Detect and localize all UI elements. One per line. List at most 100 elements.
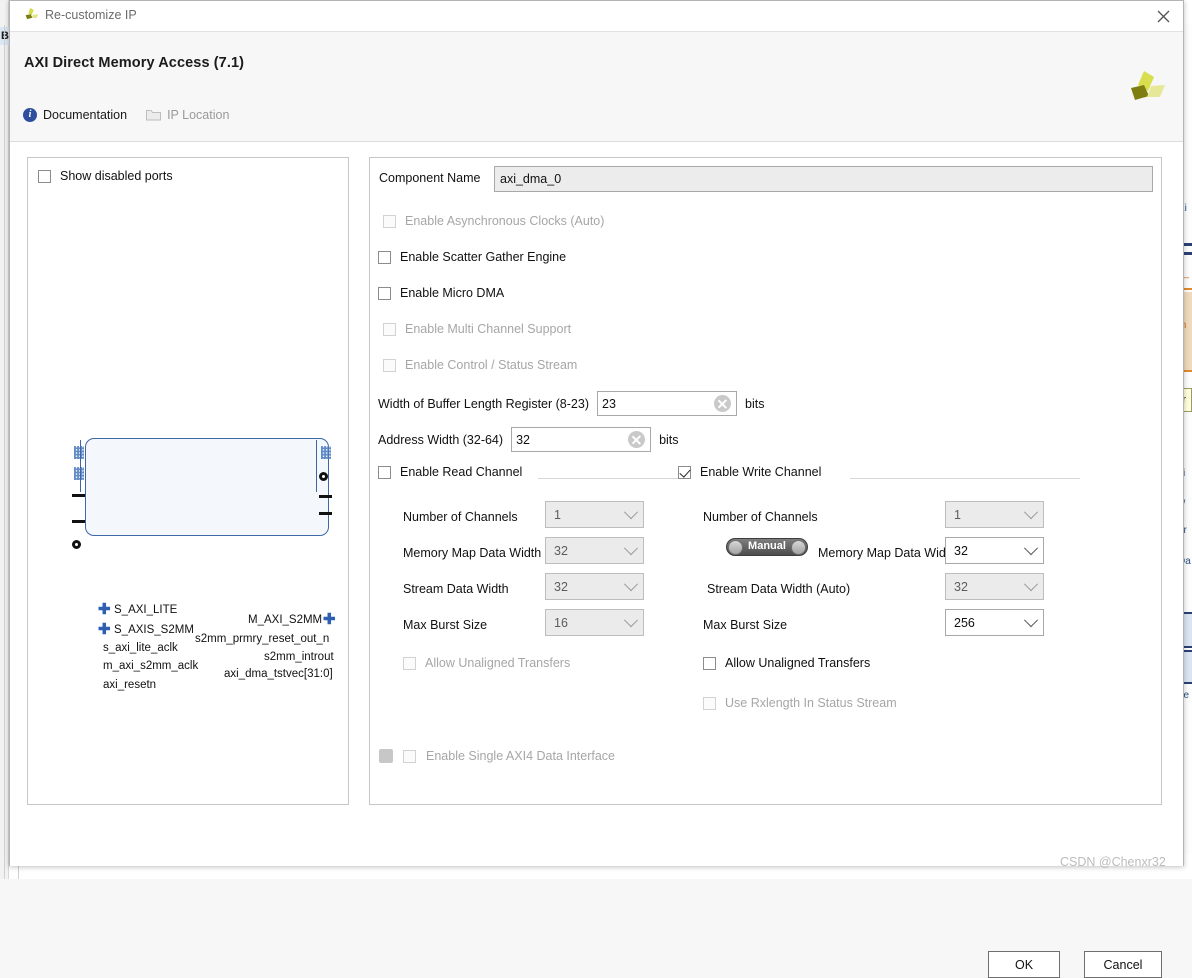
ip-symbol-panel: Show disabled ports ✚ S_AXI_LITE ✚ S_AXI…: [27, 157, 349, 805]
port-stub-m-axi-s2mm: [321, 446, 331, 459]
port-label-m-axi-s2mm-aclk: m_axi_s2mm_aclk: [103, 660, 199, 672]
cancel-button-label: Cancel: [1103, 957, 1143, 972]
address-width-value: 32: [516, 432, 530, 447]
port-stub-s2mm-prmry-reset-out-n: [319, 472, 328, 481]
enable-multi-channel-checkbox: [383, 322, 396, 336]
buffer-length-unit: bits: [745, 396, 765, 411]
enable-single-axi4-checkbox: [403, 749, 416, 763]
write-channel-separator: [850, 478, 1080, 479]
chevron-down-icon: [623, 504, 639, 519]
ip-location-link[interactable]: IP Location: [146, 108, 229, 122]
documentation-link[interactable]: i Documentation: [23, 108, 127, 122]
port-stub-s-axi-lite-aclk: [72, 494, 85, 497]
write-stream-data-width-select[interactable]: 32: [945, 573, 1044, 600]
chevron-down-icon: [1023, 612, 1039, 627]
background-divider-2: [4, 25, 5, 879]
dialog-titlebar: Re-customize IP: [10, 1, 1183, 32]
read-stream-data-width-label: Stream Data Width: [403, 582, 509, 596]
write-max-burst-size-value: 256: [954, 615, 975, 630]
enable-control-status-stream-label: Enable Control / Status Stream: [405, 358, 578, 372]
enable-single-axi4-row[interactable]: Enable Single AXI4 Data Interface: [379, 749, 615, 763]
enable-write-channel-checkbox[interactable]: [678, 465, 691, 479]
buffer-length-input[interactable]: 23: [597, 391, 737, 416]
write-stream-data-width-label: Stream Data Width (Auto): [707, 582, 851, 596]
write-allow-unaligned-row[interactable]: Allow Unaligned Transfers: [703, 656, 870, 670]
ip-location-link-label: IP Location: [167, 108, 230, 122]
enable-write-channel-row[interactable]: Enable Write Channel: [678, 465, 821, 479]
port-label-s-axi-lite-aclk: s_axi_lite_aclk: [103, 642, 178, 654]
read-memory-map-data-width-select[interactable]: 32: [545, 537, 644, 564]
address-width-row: Address Width (32-64) 32 bits: [378, 427, 679, 452]
read-memory-map-data-width-label: Memory Map Data Width: [403, 546, 542, 560]
port-stub-s2mm-introut: [319, 495, 332, 498]
chevron-down-icon: [623, 576, 639, 591]
enable-multi-channel-label: Enable Multi Channel Support: [405, 322, 572, 336]
read-number-of-channels-label: Number of Channels: [403, 510, 518, 524]
address-width-input[interactable]: 32: [511, 427, 652, 452]
enable-read-channel-row[interactable]: Enable Read Channel: [378, 465, 522, 479]
port-stub-axi-dma-tstvec: [319, 512, 332, 515]
clear-icon[interactable]: [628, 431, 646, 448]
port-label-s-axis-s2mm: S_AXIS_S2MM: [114, 624, 194, 636]
read-max-burst-size-select[interactable]: 16: [545, 609, 644, 636]
dialog-title: Re-customize IP: [45, 8, 137, 22]
expand-icon-m-axi-s2mm[interactable]: ✚: [323, 612, 336, 627]
watermark: CSDN @Chenxr32: [1060, 855, 1166, 869]
component-name-input[interactable]: axi_dma_0: [494, 166, 1153, 192]
port-stub-axi-resetn: [72, 540, 81, 549]
memory-map-data-width-manual-toggle[interactable]: Manual: [726, 538, 808, 556]
enable-scatter-gather-checkbox[interactable]: [378, 250, 391, 264]
read-channel-separator: [538, 478, 678, 479]
cancel-button[interactable]: Cancel: [1084, 951, 1162, 978]
enable-async-clocks-checkbox: [383, 214, 396, 228]
port-stub-s-axi-lite: [74, 446, 84, 459]
enable-micro-dma-checkbox[interactable]: [378, 286, 391, 300]
ok-button-label: OK: [1014, 957, 1034, 972]
enable-async-clocks-row[interactable]: Enable Asynchronous Clocks (Auto): [383, 214, 604, 228]
write-allow-unaligned-checkbox[interactable]: [703, 656, 716, 670]
write-max-burst-size-select[interactable]: 256: [945, 609, 1044, 636]
manual-toggle-label: Manual: [748, 540, 786, 552]
documentation-link-label: Documentation: [43, 108, 128, 122]
enable-control-status-stream-row[interactable]: Enable Control / Status Stream: [383, 358, 577, 372]
chevron-down-icon: [1023, 504, 1039, 519]
port-label-s-axi-lite: S_AXI_LITE: [114, 604, 178, 616]
info-icon: i: [23, 108, 37, 122]
port-label-s2mm-introut: s2mm_introut: [264, 651, 334, 663]
page-title: AXI Direct Memory Access (7.1): [24, 55, 245, 71]
expand-icon-s-axi-lite[interactable]: ✚: [98, 602, 111, 617]
write-max-burst-size-label: Max Burst Size: [703, 618, 788, 632]
use-rxlength-row[interactable]: Use Rxlength In Status Stream: [703, 696, 897, 710]
component-name-value: axi_dma_0: [500, 172, 562, 186]
enable-control-status-stream-checkbox: [383, 358, 396, 372]
read-stream-data-width-select[interactable]: 32: [545, 573, 644, 600]
show-disabled-ports-row[interactable]: Show disabled ports: [38, 169, 173, 183]
enable-multi-channel-row[interactable]: Enable Multi Channel Support: [383, 322, 571, 336]
clear-icon[interactable]: [714, 395, 731, 412]
read-memory-map-data-width-value: 32: [554, 543, 568, 558]
read-max-burst-size-value: 16: [554, 615, 568, 630]
read-allow-unaligned-row[interactable]: Allow Unaligned Transfers: [403, 656, 570, 670]
buffer-length-row: Width of Buffer Length Register (8-23) 2…: [378, 391, 764, 416]
enable-read-channel-label: Enable Read Channel: [400, 465, 523, 479]
close-icon[interactable]: [1152, 6, 1174, 26]
read-number-of-channels-select[interactable]: 1: [545, 501, 644, 528]
read-max-burst-size-label: Max Burst Size: [403, 618, 488, 632]
enable-read-channel-checkbox[interactable]: [378, 465, 391, 479]
write-memory-map-data-width-label: Memory Map Data Width: [818, 546, 957, 560]
enable-write-channel-label: Enable Write Channel: [700, 465, 822, 479]
chevron-down-icon: [623, 612, 639, 627]
expand-icon-s-axis-s2mm[interactable]: ✚: [98, 622, 111, 637]
write-memory-map-data-width-select[interactable]: 32: [945, 537, 1044, 564]
dialog-header: AXI Direct Memory Access (7.1) i Documen…: [10, 32, 1183, 142]
chevron-down-icon: [623, 540, 639, 555]
write-memory-map-data-width-value: 32: [954, 543, 968, 558]
enable-micro-dma-row[interactable]: Enable Micro DMA: [378, 286, 504, 300]
read-allow-unaligned-checkbox: [403, 656, 416, 670]
ok-button[interactable]: OK: [988, 951, 1060, 978]
port-stub-bus-rail-left: [80, 440, 82, 492]
write-number-of-channels-select[interactable]: 1: [945, 501, 1044, 528]
show-disabled-ports-checkbox[interactable]: [38, 169, 51, 183]
enable-scatter-gather-row[interactable]: Enable Scatter Gather Engine: [378, 250, 566, 264]
read-allow-unaligned-label: Allow Unaligned Transfers: [425, 656, 571, 670]
